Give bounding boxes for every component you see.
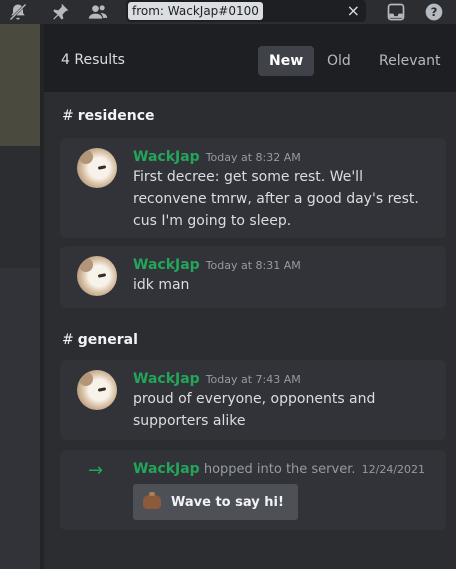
svg-text:?: ? [431,5,438,19]
join-message-card[interactable]: → WackJap hopped into the server. 12/24/… [60,450,446,530]
search-result-card[interactable]: WackJap Today at 8:31 AM idk man [60,246,446,308]
message-header: WackJap Today at 8:32 AM [133,146,301,165]
sort-tab-new[interactable]: New [258,46,315,76]
message-text: proud of everyone, opponents and support… [133,391,376,429]
author-name[interactable]: WackJap [133,461,200,477]
wave-button[interactable]: Wave to say hi! [133,484,298,520]
timestamp: Today at 8:31 AM [205,259,301,272]
timestamp: Today at 7:43 AM [205,373,301,386]
members-icon[interactable] [86,0,110,24]
timestamp: Today at 8:32 AM [205,151,301,164]
thread-hash-icon: # [62,108,74,124]
author-name[interactable]: WackJap [133,371,200,387]
search-result-card[interactable]: WackJap Today at 8:32 AM First decree: ge… [60,138,446,238]
channel-hash-icon: # [62,332,74,348]
author-name[interactable]: WackJap [133,149,200,165]
results-count: 4 Results [61,52,125,68]
results-header: 4 Results New Old Relevant [44,24,456,92]
help-icon[interactable]: ? [422,0,446,24]
channel-heading-residence[interactable]: # residence [62,108,155,124]
wave-button-label: Wave to say hi! [171,494,284,510]
search-results-panel: 4 Results New Old Relevant # residence Wa… [44,24,456,569]
background-chat-area [0,24,40,569]
join-arrow-icon: → [88,460,104,481]
message-text: First decree: get some rest. We'll recon… [133,169,419,229]
inbox-icon[interactable] [384,0,408,24]
wave-sticker-icon [143,492,161,509]
channel-heading-general[interactable]: # general [62,332,138,348]
pin-icon[interactable] [48,0,72,24]
search-result-card[interactable]: WackJap Today at 7:43 AM proud of everyon… [60,360,446,440]
top-toolbar: from: WackJap#0100 × ? [0,0,456,24]
sort-tab-relevant[interactable]: Relevant [368,46,451,76]
clear-search-button[interactable]: × [347,0,360,22]
message-text: idk man [133,277,190,293]
avatar[interactable] [77,256,117,296]
muted-bell-icon[interactable] [6,0,30,24]
author-name[interactable]: WackJap [133,257,200,273]
join-message-text: WackJap hopped into the server. 12/24/20… [133,461,425,477]
join-text: hopped into the server. [203,462,356,477]
search-bar[interactable]: from: WackJap#0100 × [126,0,366,22]
message-header: WackJap Today at 8:31 AM [133,254,301,273]
avatar[interactable] [77,370,117,410]
timestamp: 12/24/2021 [361,463,426,476]
avatar[interactable] [77,148,117,188]
message-header: WackJap Today at 7:43 AM [133,368,301,387]
sort-tab-old[interactable]: Old [316,46,362,76]
search-input[interactable]: from: WackJap#0100 [128,2,263,20]
